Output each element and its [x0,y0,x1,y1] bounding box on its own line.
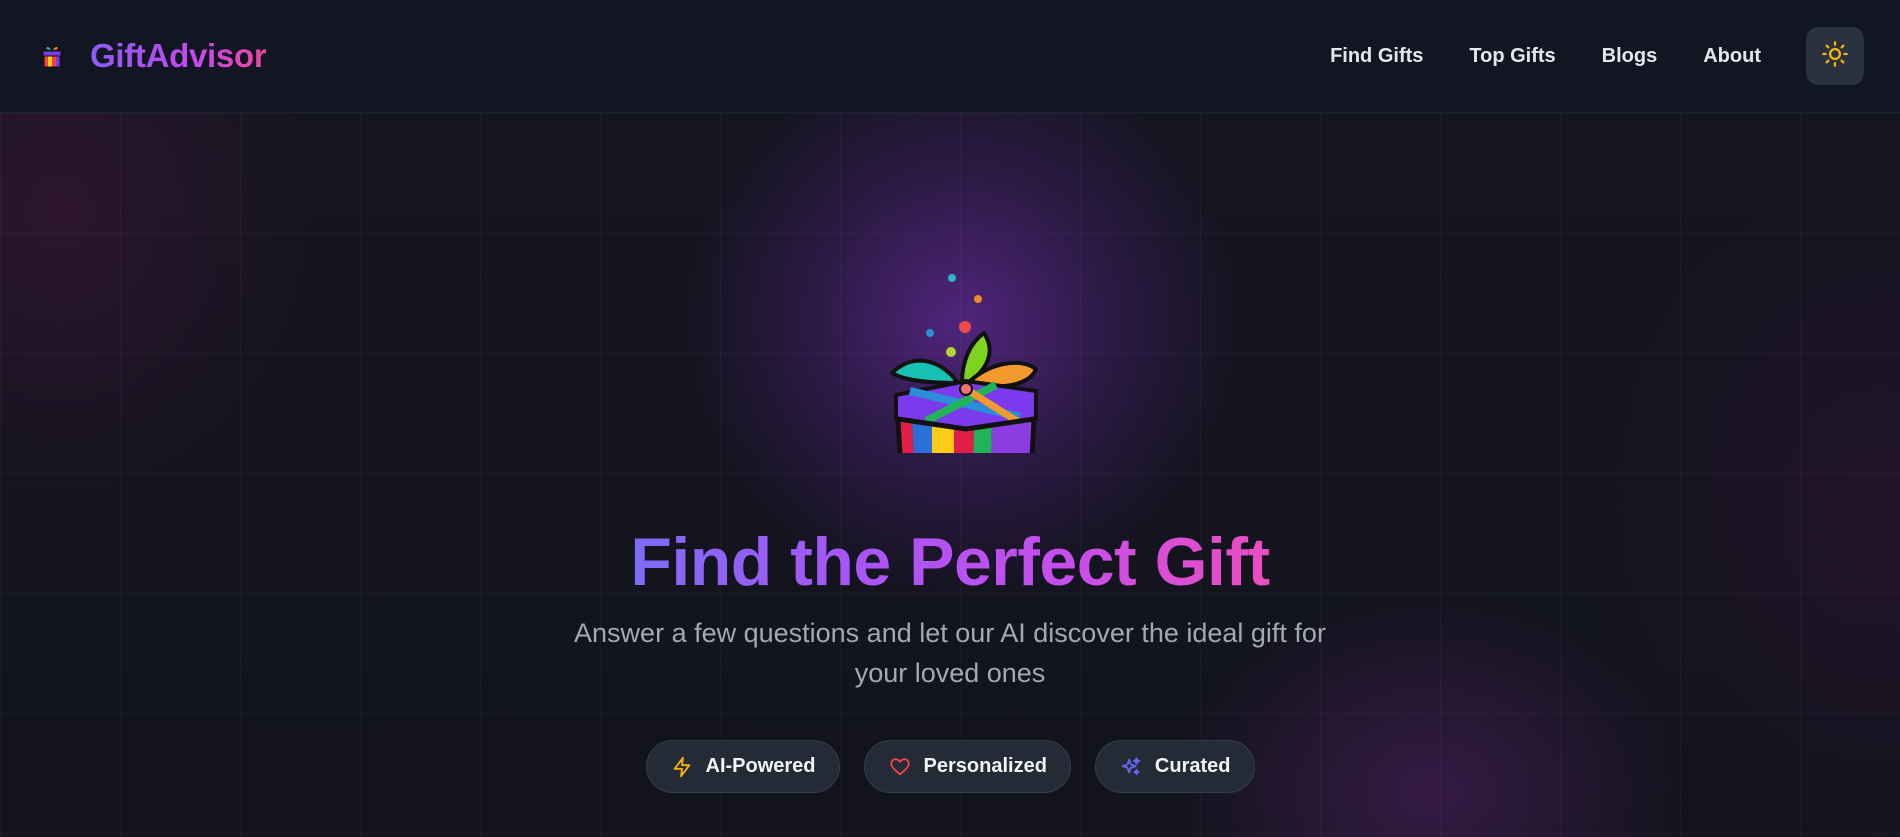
theme-toggle-button[interactable] [1806,27,1864,85]
badge-label: Personalized [923,755,1047,777]
gift-icon [36,40,68,72]
brand-logo-link[interactable]: GiftAdvisor [36,37,267,75]
hero-title-text: Find the Perfect Gift [630,524,1270,600]
hero-section: Find the Perfect Gift Answer a few quest… [0,113,1900,837]
nav-find-gifts[interactable]: Find Gifts [1330,45,1423,68]
site-header: GiftAdvisor Find Gifts Top Gifts Blogs A… [0,0,1900,113]
nav-top-gifts[interactable]: Top Gifts [1469,45,1555,68]
sparkles-icon [1119,755,1143,779]
sun-icon [1821,40,1849,73]
feature-badges: AI-Powered Personalized Curated [0,740,1900,793]
nav-about[interactable]: About [1703,45,1761,68]
gift-box-illustration [870,193,1050,522]
heart-icon [888,755,912,779]
badge-ai-powered: AI-Powered [645,740,840,793]
badge-personalized: Personalized [863,740,1071,793]
badge-curated: Curated [1094,740,1255,793]
hero-title: Find the Perfect Gift [0,523,1900,601]
badge-label: AI-Powered [705,755,816,777]
badge-label: Curated [1154,755,1231,777]
nav-blogs[interactable]: Blogs [1602,45,1658,68]
lightning-icon [670,755,694,779]
hero-subtitle: Answer a few questions and let our AI di… [574,618,1326,688]
main-nav: Find Gifts Top Gifts Blogs About [1330,27,1864,85]
brand-name: GiftAdvisor [90,37,267,74]
